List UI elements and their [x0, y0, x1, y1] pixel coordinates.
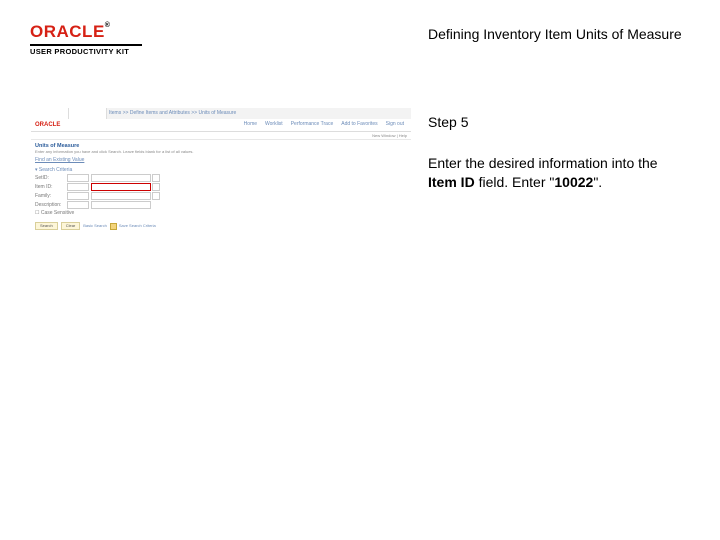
- shot-body: Units of Measure Enter any information y…: [31, 140, 411, 233]
- shot-itemid-op: [67, 183, 89, 191]
- instruction-field-name: Item ID: [428, 174, 475, 190]
- product-line: USER PRODUCTIVITY KIT: [30, 44, 142, 56]
- shot-description-input: [91, 201, 151, 209]
- shot-case-sensitive: ☐ Case Sensitive: [35, 211, 407, 217]
- instruction-text-3: ".: [593, 174, 602, 190]
- shot-row-description: Description:: [35, 201, 407, 209]
- shot-clear-button: Clear: [61, 222, 81, 230]
- shot-button-row: Search Clear Basic Search Save Search Cr…: [35, 222, 407, 230]
- shot-nav-perf: Performance Trace: [288, 122, 337, 128]
- shot-nav: Home Worklist Performance Trace Add to F…: [241, 122, 411, 128]
- step-label: Step 5: [428, 114, 468, 130]
- save-icon: [110, 223, 117, 230]
- shot-basic-search-link: Basic Search: [83, 222, 107, 230]
- lookup-icon: [152, 183, 160, 191]
- shot-description-op: [67, 201, 89, 209]
- instruction-value: 10022: [554, 174, 593, 190]
- step-instruction: Enter the desired information into the I…: [428, 154, 684, 192]
- shot-topbar: Items >> Define Items and Attributes >> …: [31, 108, 411, 119]
- trademark-symbol: ®: [105, 22, 111, 29]
- shot-family-label: Family:: [35, 194, 67, 200]
- shot-nav-signout: Sign out: [383, 122, 407, 128]
- logo-block: ORACLE® USER PRODUCTIVITY KIT: [30, 22, 142, 56]
- shot-blurb: Enter any information you have and click…: [35, 150, 407, 154]
- shot-nav-fav: Add to Favorites: [338, 122, 380, 128]
- shot-itemid-input: [91, 183, 151, 191]
- shot-description-label: Description:: [35, 203, 67, 209]
- shot-setid-label: SetID:: [35, 176, 67, 182]
- shot-favorites-box: [31, 108, 69, 119]
- shot-find-link: Find an Existing Value: [35, 158, 84, 164]
- shot-family-input: [91, 192, 151, 200]
- shot-save-search-link: Save Search Criteria: [110, 222, 156, 230]
- oracle-wordmark: ORACLE: [30, 22, 105, 41]
- shot-row-setid: SetID:: [35, 174, 407, 182]
- lookup-icon: [152, 174, 160, 182]
- shot-search-button: Search: [35, 222, 58, 230]
- shot-setid-op: [67, 174, 89, 182]
- instruction-text-1: Enter the desired information into the: [428, 155, 658, 171]
- oracle-logo: ORACLE®: [30, 22, 142, 42]
- shot-breadcrumb: Items >> Define Items and Attributes >> …: [107, 111, 238, 117]
- shot-nav-home: Home: [241, 122, 260, 128]
- shot-subbar: New Window | Help: [31, 132, 411, 140]
- shot-row-itemid: Item ID:: [35, 183, 407, 191]
- shot-oracle-logo: ORACLE: [31, 122, 241, 129]
- shot-header: ORACLE Home Worklist Performance Trace A…: [31, 119, 411, 132]
- shot-row-family: Family:: [35, 192, 407, 200]
- shot-setid-input: [91, 174, 151, 182]
- shot-mainmenu-box: [69, 108, 107, 119]
- shot-itemid-label: Item ID:: [35, 185, 67, 191]
- shot-family-op: [67, 192, 89, 200]
- embedded-screenshot: Items >> Define Items and Attributes >> …: [31, 108, 411, 233]
- lookup-icon: [152, 192, 160, 200]
- shot-search-criteria-header: ▾ Search Criteria: [35, 168, 407, 174]
- shot-nav-worklist: Worklist: [262, 122, 286, 128]
- instruction-text-2: field. Enter ": [475, 174, 555, 190]
- page-title: Defining Inventory Item Units of Measure: [428, 26, 682, 42]
